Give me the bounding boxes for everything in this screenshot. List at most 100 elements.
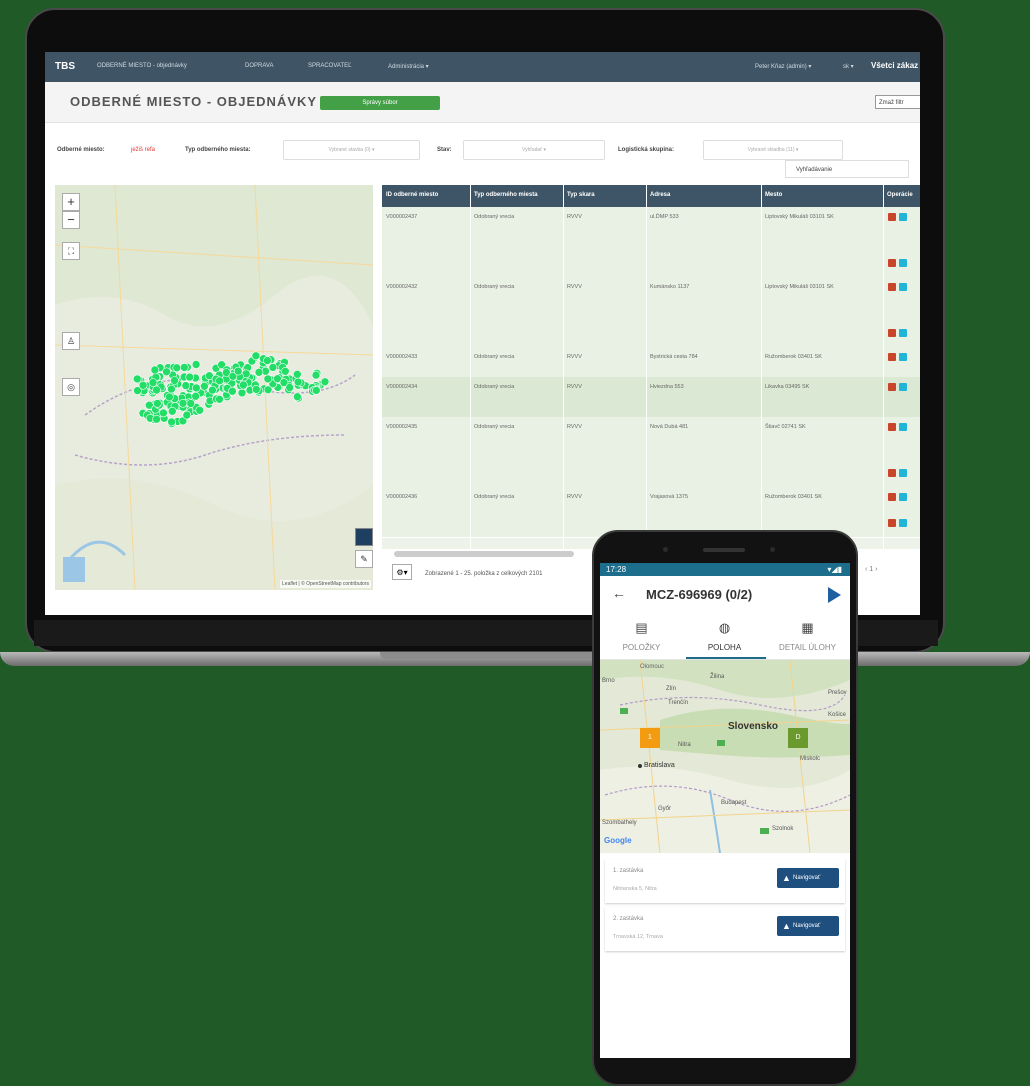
map-marker[interactable]: [153, 399, 162, 408]
map-marker[interactable]: [293, 370, 302, 379]
view-icon[interactable]: [899, 213, 907, 221]
zoom-out-button[interactable]: −: [62, 211, 80, 229]
map-marker[interactable]: [263, 356, 272, 365]
location-map[interactable]: Olomouc Žilina Zlín Brno Prešov Košice T…: [600, 660, 850, 853]
zoom-in-button[interactable]: +: [62, 193, 80, 211]
column-bag-type[interactable]: Typ skara: [567, 192, 595, 198]
back-arrow-icon[interactable]: ←: [612, 585, 626, 601]
locate-icon[interactable]: ◎: [62, 378, 80, 396]
edit-icon[interactable]: [888, 519, 896, 527]
play-icon[interactable]: [826, 586, 842, 604]
layers-icon[interactable]: [355, 528, 373, 546]
table-row[interactable]: V000002434 Odobraný vrecia RVVV Hviezdna 55…: [382, 377, 920, 418]
map-attribution[interactable]: Leaflet | © OpenStreetMap contributors: [280, 580, 371, 588]
map-marker[interactable]: [191, 360, 201, 369]
view-icon[interactable]: [899, 519, 907, 527]
tab-items[interactable]: ▤ POLOŽKY: [600, 614, 683, 659]
edit-icon[interactable]: [888, 329, 896, 337]
brand-logo[interactable]: TBS: [55, 61, 75, 72]
table-row[interactable]: V000002433 Odobraný vrecia RVVV Bystrická c…: [382, 347, 920, 378]
customers-link[interactable]: Všetci zákaz: [871, 61, 918, 70]
table-row[interactable]: V000002432 Odobraný vrecia RVVV Kumánsko 11…: [382, 277, 920, 348]
map-pin-destination[interactable]: D: [788, 728, 808, 748]
view-icon[interactable]: [899, 383, 907, 391]
map-marker[interactable]: [186, 399, 195, 408]
place-value[interactable]: ježiš refa: [131, 147, 155, 153]
view-icon[interactable]: [899, 423, 907, 431]
view-icon[interactable]: [899, 329, 907, 337]
map-marker[interactable]: [165, 392, 174, 402]
view-icon[interactable]: [899, 493, 907, 501]
map-marker[interactable]: [182, 410, 192, 420]
group-select[interactable]: Vybrané skladba (11) ▾: [703, 140, 843, 160]
map-marker[interactable]: [170, 376, 179, 385]
map-marker[interactable]: [281, 367, 290, 376]
map-marker[interactable]: [132, 374, 142, 384]
edit-icon[interactable]: [888, 213, 896, 221]
view-icon[interactable]: [899, 259, 907, 267]
map-marker[interactable]: [172, 363, 182, 373]
user-menu[interactable]: Peter Kňaz (admin) ▾: [755, 63, 811, 70]
map-marker[interactable]: [311, 370, 321, 380]
column-type[interactable]: Typ odberného miesta: [474, 192, 538, 198]
map-marker[interactable]: [148, 378, 158, 387]
view-icon[interactable]: [899, 283, 907, 291]
edit-icon[interactable]: [888, 353, 896, 361]
map-marker[interactable]: [162, 367, 171, 377]
horizontal-scrollbar[interactable]: [394, 551, 574, 557]
fullscreen-icon[interactable]: ⛶: [62, 242, 80, 260]
map-marker[interactable]: [191, 391, 200, 401]
map-marker[interactable]: [178, 399, 188, 408]
map-marker[interactable]: [251, 351, 261, 361]
map-marker[interactable]: [268, 363, 278, 372]
table-settings-button[interactable]: ⚙▾: [392, 564, 412, 580]
map-marker[interactable]: [167, 417, 176, 427]
map-marker[interactable]: [152, 414, 161, 424]
map-marker[interactable]: [239, 380, 248, 390]
column-id[interactable]: ID odberné miesto: [386, 192, 438, 198]
map-marker[interactable]: [233, 366, 243, 376]
map-marker[interactable]: [195, 406, 204, 415]
edit-icon[interactable]: [888, 423, 896, 431]
map-marker[interactable]: [181, 381, 191, 390]
pagination-nav[interactable]: ‹ 1 ›: [865, 566, 877, 573]
map-marker[interactable]: [152, 385, 161, 395]
navigate-button[interactable]: ▲ Navigovať: [777, 916, 839, 936]
map-marker[interactable]: [263, 374, 273, 384]
edit-icon[interactable]: [888, 283, 896, 291]
map-marker[interactable]: [167, 384, 176, 394]
map-marker[interactable]: [200, 382, 209, 391]
search-button[interactable]: Vyhľadávanie: [785, 160, 909, 178]
map-marker[interactable]: [180, 363, 189, 372]
language-menu[interactable]: sk ▾: [843, 63, 854, 70]
map-pin-start[interactable]: 1: [640, 728, 660, 748]
column-address[interactable]: Adresa: [650, 192, 670, 198]
map-marker[interactable]: [168, 406, 177, 416]
map-marker[interactable]: [215, 376, 224, 386]
map-marker[interactable]: [237, 388, 247, 398]
view-icon[interactable]: [899, 469, 907, 477]
map-marker[interactable]: [159, 408, 168, 418]
map-marker[interactable]: [138, 381, 148, 390]
type-select[interactable]: Vybrané stavba (0) ▾: [283, 140, 420, 160]
table-row[interactable]: V000002437 Odobraný vrecia RVVV ul.ĎMP 533 L…: [382, 207, 920, 278]
navigate-button[interactable]: ▲ Navigovať: [777, 868, 839, 888]
map-marker[interactable]: [285, 383, 294, 392]
map-marker[interactable]: [185, 372, 194, 382]
table-row[interactable]: V000002435 Odobraný vrecia RVVV Nová Dubá 4…: [382, 417, 920, 488]
map-marker[interactable]: [150, 365, 160, 375]
edit-icon[interactable]: [888, 383, 896, 391]
draw-tool-icon[interactable]: ✎: [355, 550, 373, 568]
map-marker[interactable]: [215, 395, 224, 404]
nav-item-admin[interactable]: Administrácia ▾: [388, 63, 429, 70]
map-marker[interactable]: [311, 386, 321, 395]
column-city[interactable]: Mesto: [765, 192, 782, 198]
map-marker[interactable]: [293, 377, 303, 387]
orders-map[interactable]: + − ⛶ ♙ ◎ ✎ Leaflet | © OpenStreetMap co…: [55, 185, 373, 590]
map-marker[interactable]: [228, 386, 237, 396]
tab-location[interactable]: ◍ POLOHA: [683, 614, 766, 659]
nav-item-transport[interactable]: DOPRAVA: [245, 63, 273, 69]
edit-icon[interactable]: [888, 259, 896, 267]
tab-task-detail[interactable]: ▦ DETAIL ÚLOHY: [766, 614, 849, 659]
view-icon[interactable]: [899, 353, 907, 361]
